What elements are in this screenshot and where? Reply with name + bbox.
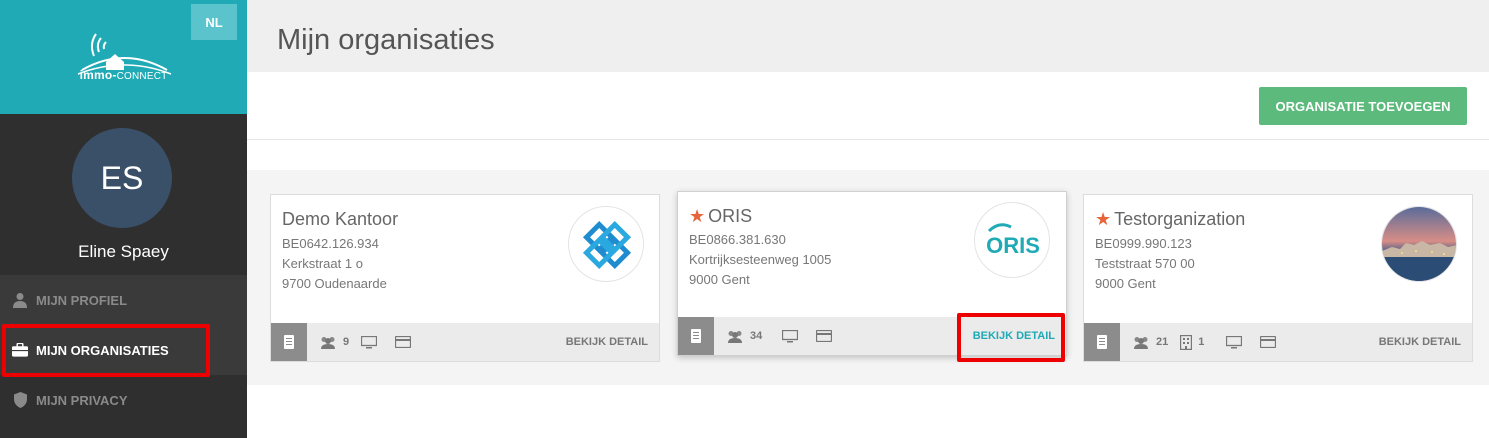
organization-street: Kortrijksesteenweg 1005 bbox=[689, 252, 832, 267]
demo-kantoor-logo-icon bbox=[582, 220, 632, 270]
organization-vat: BE0866.381.630 bbox=[689, 232, 786, 247]
user-name: Eline Spaey bbox=[78, 242, 169, 261]
card-footer: 21 1 BEKIJK DETAIL bbox=[1084, 323, 1472, 361]
favorite-star-icon[interactable]: ★ bbox=[1095, 209, 1111, 230]
organization-street: Teststraat 570 00 bbox=[1095, 256, 1195, 271]
document-icon[interactable] bbox=[678, 317, 714, 355]
view-detail-link[interactable]: BEKIJK DETAIL bbox=[1379, 323, 1461, 361]
users-count: 21 bbox=[1132, 336, 1168, 349]
organization-city: 9700 Oudenaarde bbox=[282, 276, 387, 291]
building-icon bbox=[1180, 334, 1193, 350]
organization-card[interactable]: ★ Testorganization BE0999.990.123 Teststr… bbox=[1083, 194, 1473, 362]
organization-logo bbox=[568, 206, 644, 282]
users-count: 9 bbox=[319, 336, 349, 349]
organization-name: ★ ORIS bbox=[689, 206, 753, 227]
organization-vat: BE0642.126.934 bbox=[282, 236, 379, 251]
organization-street: Kerkstraat 1 o bbox=[282, 256, 363, 271]
organization-card[interactable]: ★ ORIS BE0866.381.630 Kortrijksesteenweg … bbox=[677, 191, 1067, 356]
organization-name: Demo Kantoor bbox=[282, 209, 399, 229]
user-icon bbox=[12, 292, 28, 308]
svg-text:ORIS: ORIS bbox=[986, 233, 1040, 258]
oris-logo-icon: ORIS bbox=[986, 223, 1040, 258]
document-icon[interactable] bbox=[271, 323, 307, 361]
view-detail-link[interactable]: BEKIJK DETAIL bbox=[973, 317, 1055, 355]
payment-item bbox=[395, 336, 417, 348]
organization-city: 9000 Gent bbox=[689, 272, 750, 287]
sidebar-item-label: MIJN ORGANISATIES bbox=[36, 342, 169, 358]
buildings-count: 1 bbox=[1180, 334, 1204, 350]
document-icon[interactable] bbox=[1084, 323, 1120, 361]
payment-item bbox=[1260, 336, 1282, 348]
organization-name: ★ Testorganization bbox=[1095, 209, 1246, 230]
sidebar-item-label: MIJN PROFIEL bbox=[36, 292, 128, 308]
city-photo-icon bbox=[1382, 207, 1456, 281]
organization-logo bbox=[1381, 206, 1457, 282]
page-title: Mijn organisaties bbox=[277, 24, 495, 56]
credit-card-icon bbox=[1260, 336, 1277, 348]
users-icon bbox=[1134, 336, 1148, 349]
view-detail-link[interactable]: BEKIJK DETAIL bbox=[566, 323, 648, 361]
shield-icon bbox=[12, 392, 28, 408]
users-count: 34 bbox=[726, 330, 762, 343]
language-switch-button[interactable]: NL bbox=[191, 4, 237, 40]
brand-header: immo-CONNECT NL bbox=[0, 0, 247, 114]
monitor-icon bbox=[361, 335, 378, 348]
monitor-icon bbox=[782, 329, 799, 342]
favorite-star-icon[interactable]: ★ bbox=[689, 206, 705, 227]
credit-card-icon bbox=[816, 330, 833, 342]
sidebar-item-mijn-organisaties[interactable]: MIJN ORGANISATIES bbox=[0, 325, 247, 375]
card-footer: 34 BEKIJK DETAIL bbox=[678, 317, 1066, 355]
add-organization-button[interactable]: ORGANISATIE TOEVOEGEN bbox=[1259, 87, 1467, 125]
payment-item bbox=[816, 330, 838, 342]
devices-item bbox=[782, 329, 804, 343]
users-icon bbox=[728, 330, 742, 343]
credit-card-icon bbox=[395, 336, 412, 348]
sidebar-item-mijn-privacy[interactable]: MIJN PRIVACY bbox=[0, 375, 247, 425]
briefcase-icon bbox=[12, 342, 28, 358]
monitor-icon bbox=[1226, 335, 1243, 348]
devices-item bbox=[361, 335, 383, 349]
user-avatar: ES bbox=[72, 128, 172, 228]
users-icon bbox=[321, 336, 335, 349]
organization-logo: ORIS bbox=[974, 202, 1050, 278]
card-footer: 9 BEKIJK DETAIL bbox=[271, 323, 659, 361]
sidebar-item-label: MIJN PRIVACY bbox=[36, 392, 128, 408]
sidebar-item-mijn-profiel[interactable]: MIJN PROFIEL bbox=[0, 275, 247, 325]
organization-vat: BE0999.990.123 bbox=[1095, 236, 1192, 251]
organization-card[interactable]: Demo Kantoor BE0642.126.934 Kerkstraat 1… bbox=[270, 194, 660, 362]
brand-name: immo-CONNECT bbox=[79, 68, 168, 82]
devices-item bbox=[1226, 335, 1248, 349]
organization-city: 9000 Gent bbox=[1095, 276, 1156, 291]
